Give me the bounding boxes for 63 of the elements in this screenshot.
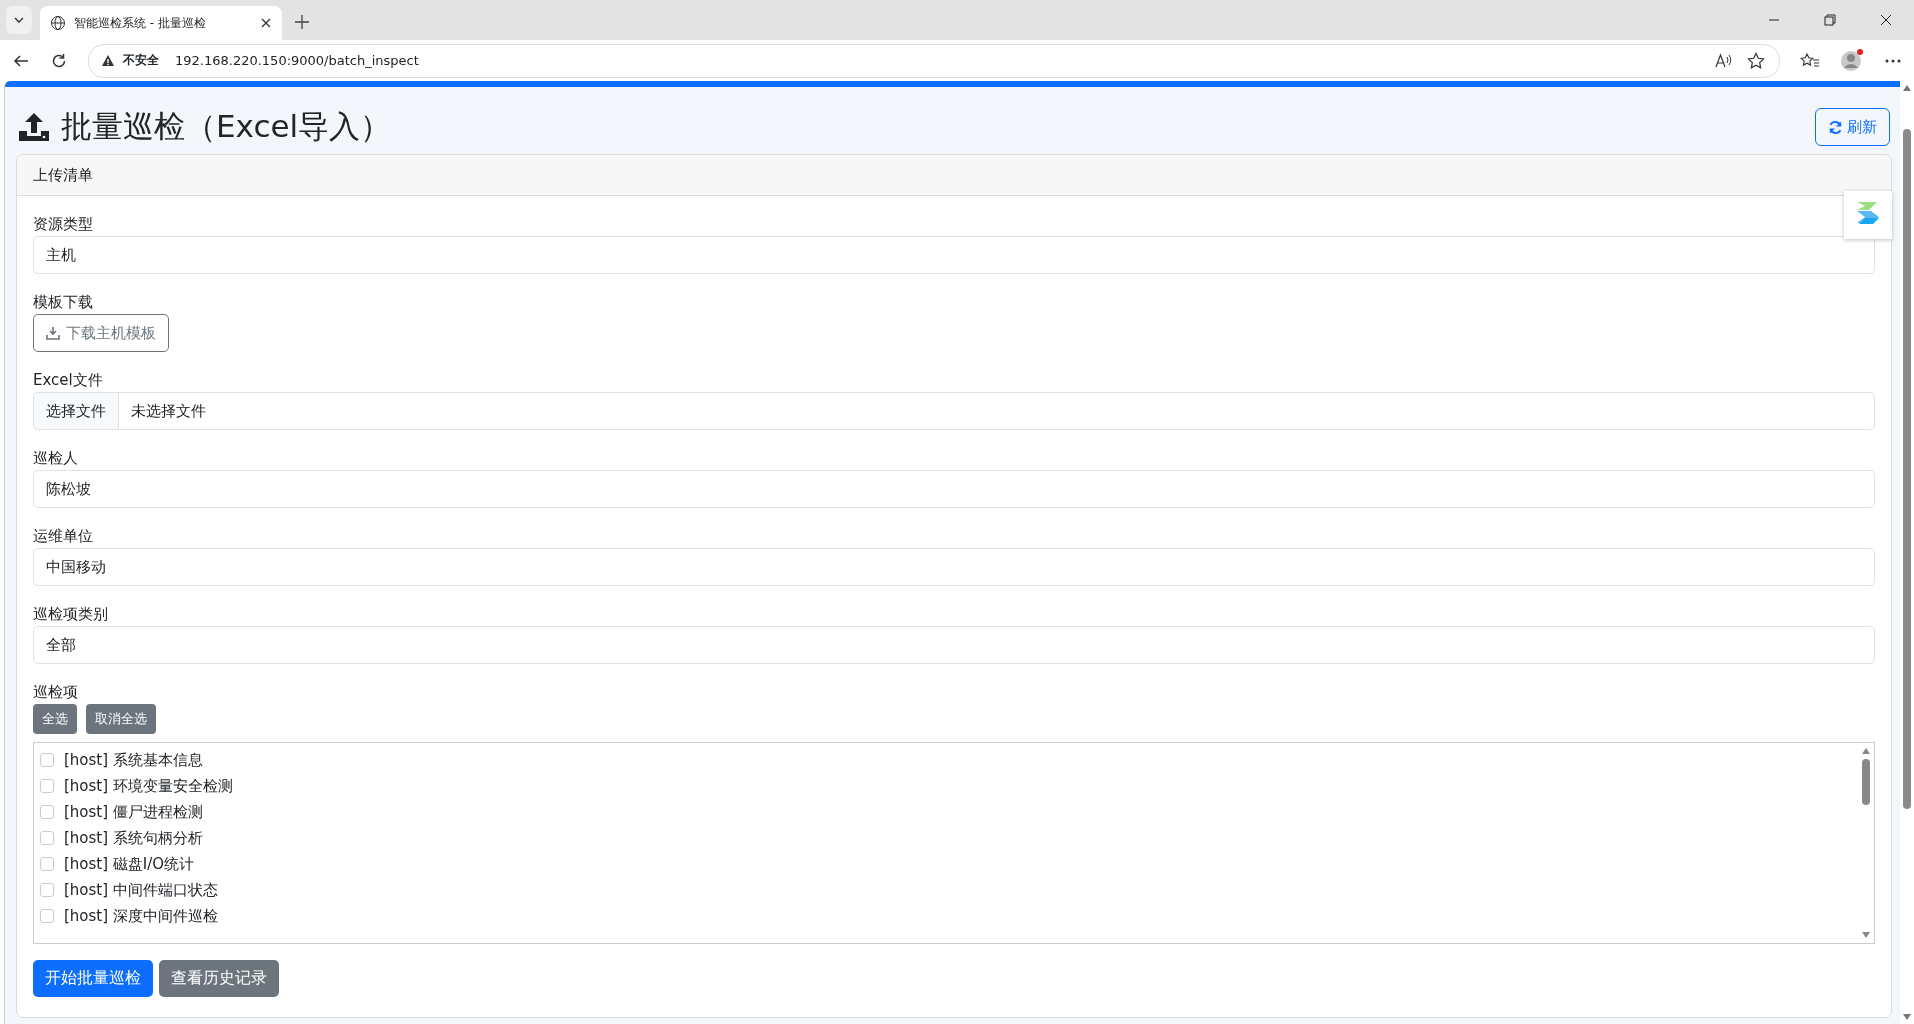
star-icon[interactable]	[1747, 51, 1765, 70]
download-icon	[46, 326, 60, 340]
choose-file-button[interactable]: 选择文件	[34, 393, 119, 429]
checklist-item[interactable]: [host] 深度中间件巡检	[64, 906, 218, 926]
checkbox[interactable]	[40, 753, 54, 767]
security-label: 不安全	[123, 52, 159, 69]
input-field[interactable]: 主机	[33, 236, 1875, 274]
history-button[interactable]: 查看历史记录	[159, 960, 279, 997]
refresh-button[interactable]: 刷新	[1815, 108, 1890, 146]
field-label: 资源类型	[33, 214, 94, 234]
field-label: 巡检项类别	[33, 604, 109, 624]
refresh-icon	[1828, 119, 1843, 135]
download-template-button[interactable]: 下载主机模板	[33, 314, 169, 352]
tab-list-button[interactable]	[6, 6, 32, 34]
input-field[interactable]: 陈松坡	[33, 470, 1875, 508]
scroll-up-icon[interactable]	[1903, 85, 1911, 91]
favorites-icon[interactable]	[1800, 51, 1820, 70]
file-input-field[interactable]: 选择文件 未选择文件	[33, 392, 1875, 430]
field-label: 巡检人	[33, 448, 79, 468]
profile-avatar-icon[interactable]	[1840, 48, 1864, 73]
checkbox[interactable]	[40, 909, 54, 923]
field-label: 运维单位	[33, 526, 94, 546]
browser-tab[interactable]: 智能巡检系统 - 批量巡检	[40, 6, 282, 40]
field-label: Excel文件	[33, 370, 104, 390]
field-label: 巡检项	[33, 682, 79, 702]
checkbox[interactable]	[40, 779, 54, 793]
close-icon[interactable]	[1880, 14, 1892, 26]
floating-app-icon[interactable]	[1844, 191, 1892, 239]
checklist-item[interactable]: [host] 中间件端口状态	[64, 880, 218, 900]
warning-icon	[101, 53, 115, 68]
select-button[interactable]: 全选	[33, 704, 77, 734]
scroll-thumb[interactable]	[1903, 129, 1911, 809]
checklist-item[interactable]: [host] 磁盘I/O统计	[64, 854, 195, 874]
reload-icon[interactable]	[50, 51, 68, 70]
scroll-down-icon[interactable]	[1862, 932, 1870, 938]
more-icon[interactable]	[1884, 57, 1902, 64]
checklist-item[interactable]: [host] 系统句柄分析	[64, 828, 203, 848]
scroll-down-icon[interactable]	[1903, 1014, 1911, 1020]
restore-icon[interactable]	[1824, 14, 1836, 26]
close-icon[interactable]	[260, 17, 272, 29]
url-text: 192.168.220.150:9000/batch_inspect	[175, 53, 419, 68]
file-name-text: 未选择文件	[130, 401, 207, 422]
checklist-item[interactable]: [host] 环境变量安全检测	[64, 776, 233, 796]
upload-icon	[17, 111, 51, 143]
checkbox[interactable]	[40, 805, 54, 819]
select-button[interactable]: 取消全选	[86, 704, 156, 734]
page-title: 批量巡检（Excel导入）	[61, 107, 392, 146]
checklist-item[interactable]: [host] 僵尸进程检测	[64, 802, 203, 822]
card-header: 上传清单	[17, 155, 1891, 196]
scroll-thumb[interactable]	[1862, 759, 1870, 805]
checkbox[interactable]	[40, 883, 54, 897]
globe-icon	[50, 15, 66, 31]
checkbox[interactable]	[40, 831, 54, 845]
checklist-item[interactable]: [host] 系统基本信息	[64, 750, 203, 770]
start-button[interactable]: 开始批量巡检	[33, 960, 153, 997]
checkbox[interactable]	[40, 857, 54, 871]
input-field[interactable]: 中国移动	[33, 548, 1875, 586]
input-field[interactable]: 全部	[33, 626, 1875, 664]
field-label: 模板下载	[33, 292, 94, 312]
address-bar[interactable]: 不安全 192.168.220.150:9000/batch_inspect	[88, 43, 1780, 78]
new-tab-icon[interactable]	[294, 14, 310, 30]
scroll-up-icon[interactable]	[1862, 748, 1870, 754]
read-aloud-icon[interactable]	[1715, 52, 1733, 69]
